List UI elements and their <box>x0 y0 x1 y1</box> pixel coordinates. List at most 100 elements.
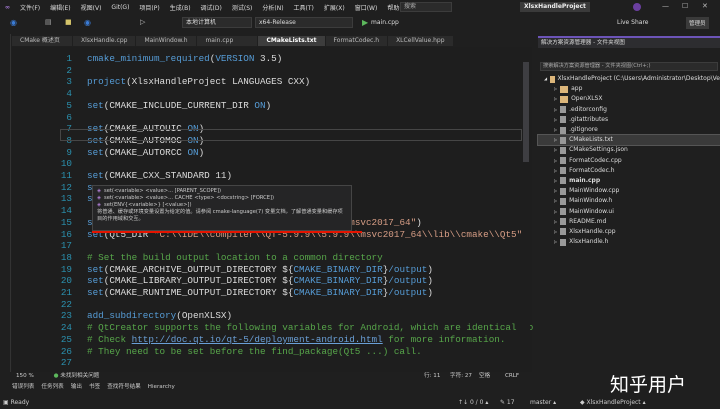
new-item-icon[interactable]: ▤ <box>45 18 52 26</box>
quick-info-tooltip: ◈ set(<variable> <value>... [PARENT_SCOPE… <box>92 185 352 231</box>
expand-arrow-icon[interactable]: ◢ <box>544 74 547 84</box>
step-icon[interactable]: ▷ <box>140 18 145 26</box>
minimize-icon[interactable]: — <box>662 2 669 10</box>
menu-item[interactable]: 调试(D) <box>196 3 227 12</box>
tree-item[interactable]: ▷ CMakeLists.txt <box>537 134 720 147</box>
tree-item[interactable]: ▷ MainWindow.ui <box>538 206 720 216</box>
expand-arrow-icon[interactable]: ▷ <box>554 166 557 176</box>
tree-item[interactable]: ▷ app <box>538 84 720 94</box>
expand-arrow-icon[interactable]: ▷ <box>554 115 557 125</box>
sync-status[interactable]: ↑↓ 0 / 0 ▴ <box>458 397 488 409</box>
editor-tab[interactable]: XLCellValue.hpp <box>388 36 453 46</box>
editor-tab[interactable]: FormatCodec.h <box>325 36 388 46</box>
file-icon <box>560 146 567 154</box>
menu-item[interactable]: 分析(N) <box>257 3 288 12</box>
tree-item[interactable]: ▷ XlsxHandle.cpp <box>538 227 720 237</box>
tree-item[interactable]: ▷ .gitattributes <box>538 115 720 125</box>
editor-tab[interactable]: MainWindow.h <box>136 36 197 46</box>
expand-arrow-icon[interactable]: ▷ <box>554 84 557 94</box>
live-share-button[interactable]: Live Share <box>617 19 648 26</box>
tree-item[interactable]: ◢ XlsxHandleProject (C:\Users\Administra… <box>538 74 720 84</box>
admin-badge[interactable]: 管理员 <box>686 17 709 29</box>
edits-status[interactable]: ✎ 17 <box>500 397 515 409</box>
run-target-button[interactable]: main.cpp <box>371 19 399 26</box>
issues-status[interactable]: 未找到相关问题 <box>60 373 99 379</box>
save-icon[interactable]: ◉ <box>84 18 91 27</box>
line-number[interactable]: 行: 11 <box>424 372 440 381</box>
open-icon[interactable]: ■ <box>65 18 72 26</box>
tree-item[interactable]: ▷ XlsxHandle.h <box>538 237 720 247</box>
signature-1: set(<variable> <value>... [PARENT_SCOPE]… <box>104 188 222 194</box>
expand-arrow-icon[interactable]: ▷ <box>554 196 557 206</box>
tree-item[interactable]: ▷ MainWindow.cpp <box>538 186 720 196</box>
menu-item[interactable]: 工具(T) <box>289 3 319 12</box>
menu-item[interactable]: 文件(F) <box>15 3 45 12</box>
tree-item[interactable]: ▷ main.cpp <box>538 176 720 186</box>
output-tab[interactable]: 错误列表 <box>12 382 34 392</box>
menu-item[interactable]: 视图(V) <box>76 3 107 12</box>
code-token: ) <box>198 146 205 158</box>
tree-item[interactable]: ▷ MainWindow.h <box>538 196 720 206</box>
config-dropdown[interactable]: x64-Release <box>255 17 353 28</box>
tree-item[interactable]: ▷ README.md <box>538 217 720 227</box>
code-link[interactable]: http://doc.qt.io/qt-5/deployment-android… <box>132 334 383 345</box>
tree-item[interactable]: ▷ CMakeSettings.json <box>538 145 720 155</box>
line-ending[interactable]: CRLF <box>505 372 519 381</box>
code-token: /output <box>388 263 428 275</box>
expand-arrow-icon[interactable]: ▷ <box>554 135 557 145</box>
line-number: 13 <box>60 193 72 205</box>
expand-arrow-icon[interactable]: ▷ <box>554 125 557 135</box>
editor-tab[interactable]: CMake 概述页 <box>12 36 72 46</box>
editor-tab[interactable]: main.cpp <box>197 36 258 46</box>
close-icon[interactable]: ✕ <box>702 2 708 10</box>
line-number: 14 <box>60 205 72 217</box>
back-icon[interactable]: ◉ <box>10 18 17 27</box>
tree-item[interactable]: ▷ FormatCodec.h <box>538 166 720 176</box>
menu-item[interactable]: 生成(B) <box>165 3 196 12</box>
tree-item[interactable]: ▷ .gitignore <box>538 125 720 135</box>
menu-item[interactable]: 编辑(E) <box>45 3 75 12</box>
menu-item[interactable]: 测试(S) <box>227 3 258 12</box>
tree-item[interactable]: ▷ .editorconfig <box>538 105 720 115</box>
code-token: (OpenXLSX) <box>176 310 233 322</box>
expand-arrow-icon[interactable]: ▷ <box>554 105 557 115</box>
output-tab[interactable]: Hierarchy <box>148 382 175 392</box>
search-input[interactable]: 搜索 <box>400 2 452 12</box>
tree-item[interactable]: ▷ OpenXLSX <box>538 94 720 104</box>
expand-arrow-icon[interactable]: ▷ <box>554 217 557 227</box>
editor-scrollbar[interactable] <box>522 47 530 372</box>
branch-status[interactable]: master ▴ <box>530 397 556 409</box>
code-token: # Set the build output location to a com… <box>87 251 383 263</box>
project-status[interactable]: ◆ XlsxHandleProject ▴ <box>580 397 646 409</box>
editor-tab[interactable]: CMakeLists.txt <box>258 36 325 46</box>
expand-arrow-icon[interactable]: ▷ <box>554 207 557 217</box>
tree-item[interactable]: ▷ FormatCodec.cpp <box>538 156 720 166</box>
menu-item[interactable]: 项目(P) <box>134 3 164 12</box>
left-tool-strip[interactable] <box>0 34 11 372</box>
menu-item[interactable]: Git(G) <box>106 4 134 11</box>
solution-search-input[interactable]: 搜索解决方案资源管理器 - 文件夹视图(Ctrl+;) <box>540 62 718 71</box>
maximize-icon[interactable]: ☐ <box>682 2 688 10</box>
run-icon[interactable]: ▶ <box>362 18 368 27</box>
code-token: ) <box>427 275 433 287</box>
menu-item[interactable]: 窗口(W) <box>350 3 383 12</box>
output-tab[interactable]: 书签 <box>89 382 100 392</box>
expand-arrow-icon[interactable]: ▷ <box>554 237 557 247</box>
code-line: 26 # They need to be set before the find_… <box>12 346 512 358</box>
expand-arrow-icon[interactable]: ▷ <box>554 227 557 237</box>
avatar[interactable] <box>633 3 641 11</box>
output-tab[interactable]: 输出 <box>71 382 82 392</box>
expand-arrow-icon[interactable]: ▷ <box>554 186 557 196</box>
target-dropdown[interactable]: 本地计算机 <box>182 17 252 28</box>
menu-item[interactable]: 扩展(X) <box>319 3 350 12</box>
expand-arrow-icon[interactable]: ▷ <box>554 94 557 104</box>
editor-tab[interactable]: XlsxHandle.cpp <box>73 36 136 46</box>
zoom-level[interactable]: 150 % <box>16 373 34 379</box>
expand-arrow-icon[interactable]: ▷ <box>554 156 557 166</box>
output-tab[interactable]: 查找符号结果 <box>107 382 141 392</box>
expand-arrow-icon[interactable]: ▷ <box>554 176 557 186</box>
char-number[interactable]: 字符: 27 <box>450 372 472 381</box>
expand-arrow-icon[interactable]: ▷ <box>554 145 557 155</box>
output-tab[interactable]: 任务列表 <box>41 382 63 392</box>
whitespace-mode[interactable]: 空格 <box>479 372 490 381</box>
